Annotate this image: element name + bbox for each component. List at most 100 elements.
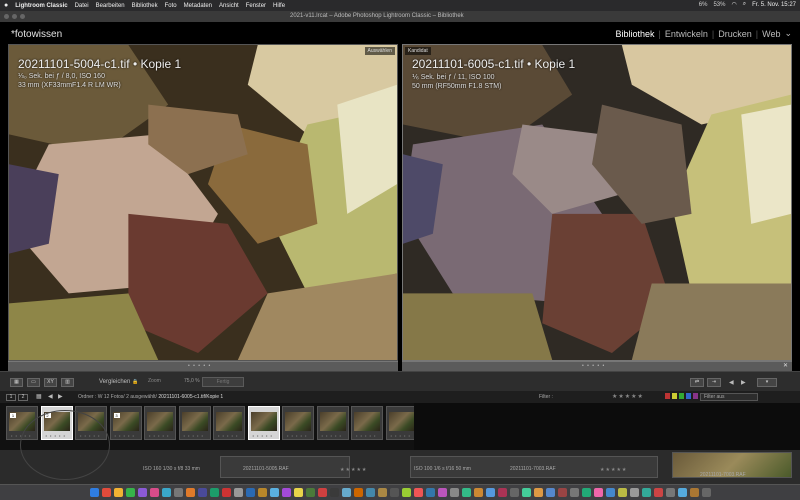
select-rating-dots[interactable]: • • • • • bbox=[188, 363, 211, 369]
menu-metadaten[interactable]: Metadaten bbox=[184, 3, 212, 9]
dock-app-icon[interactable] bbox=[545, 488, 555, 497]
dock-app-icon[interactable] bbox=[293, 488, 303, 497]
dock-app-icon[interactable] bbox=[365, 488, 375, 497]
color-filter-yellow[interactable] bbox=[672, 393, 677, 399]
menu-fenster[interactable]: Fenster bbox=[246, 3, 266, 9]
dock-app-icon[interactable] bbox=[257, 488, 267, 497]
thumbnail-rating-dots[interactable]: • • • • • bbox=[287, 433, 307, 438]
grid-icon[interactable]: ▦ bbox=[36, 393, 42, 400]
dock-app-icon[interactable] bbox=[341, 488, 351, 497]
dock-app-icon[interactable] bbox=[197, 488, 207, 497]
source-path[interactable]: Ordner : W 12 Fotos/ 2 ausgewählt/ 20211… bbox=[78, 394, 223, 400]
dock-app-icon[interactable] bbox=[401, 488, 411, 497]
dock-app-icon[interactable] bbox=[473, 488, 483, 497]
loupe-view-button[interactable]: ▭ bbox=[27, 378, 40, 387]
dock-app-icon[interactable] bbox=[221, 488, 231, 497]
previous-arrow-icon[interactable]: ◀ bbox=[729, 379, 734, 386]
filmstrip-thumbnail[interactable]: • • • • • bbox=[178, 406, 211, 440]
menu-ansicht[interactable]: Ansicht bbox=[219, 3, 239, 9]
module-menu-chevron-icon[interactable]: ⌄ bbox=[784, 28, 792, 39]
wifi-icon[interactable]: ◠ bbox=[731, 1, 736, 8]
dock-app-icon[interactable] bbox=[509, 488, 519, 497]
window-2-button[interactable]: 2 bbox=[18, 394, 28, 401]
close-window-button[interactable] bbox=[4, 14, 9, 19]
dock-app-icon[interactable] bbox=[677, 488, 687, 497]
dock-app-icon[interactable] bbox=[233, 488, 243, 497]
dock-app-icon[interactable] bbox=[437, 488, 447, 497]
thumbnail-rating-dots[interactable]: • • • • • bbox=[115, 433, 135, 438]
dock-app-icon[interactable] bbox=[209, 488, 219, 497]
minimize-window-button[interactable] bbox=[12, 14, 17, 19]
filter-preset-select[interactable]: Filter aus bbox=[700, 393, 758, 401]
dock-app-icon[interactable] bbox=[449, 488, 459, 497]
color-filter-green[interactable] bbox=[679, 393, 684, 399]
module-drucken[interactable]: Drucken bbox=[718, 29, 752, 39]
toolbar-options-button[interactable]: ▾ bbox=[757, 378, 777, 387]
zoom-window-button[interactable] bbox=[20, 14, 25, 19]
compare-view-button[interactable]: XY bbox=[44, 378, 57, 387]
compare-candidate-pane[interactable]: Kandidat 20211101-6005-c1.tif • Kopie 1 … bbox=[402, 44, 792, 361]
window-1-button[interactable]: 1 bbox=[6, 394, 16, 401]
dock-app-icon[interactable] bbox=[533, 488, 543, 497]
module-web[interactable]: Web bbox=[762, 29, 780, 39]
menu-foto[interactable]: Foto bbox=[165, 3, 177, 9]
dock-app-icon[interactable] bbox=[353, 488, 363, 497]
dock-app-icon[interactable] bbox=[641, 488, 651, 497]
dock-app-icon[interactable] bbox=[689, 488, 699, 497]
compare-select-pane[interactable]: Auswählen 20211101-5004-c1.tif • Kopie 1… bbox=[8, 44, 398, 361]
thumbnail-rating-dots[interactable]: • • • • • bbox=[218, 433, 238, 438]
filmstrip-thumbnail[interactable]: • • • • • bbox=[282, 406, 314, 440]
filmstrip-thumbnail[interactable]: • • • • • bbox=[247, 406, 280, 440]
dock-app-icon[interactable] bbox=[485, 488, 495, 497]
dock-app-icon[interactable] bbox=[497, 488, 507, 497]
battery-readout[interactable]: 53% bbox=[713, 2, 725, 8]
done-button[interactable]: Fertig bbox=[202, 377, 244, 387]
dock-app-icon[interactable] bbox=[461, 488, 471, 497]
menu-app-name[interactable]: Lightroom Classic bbox=[15, 3, 67, 9]
dock-app-icon[interactable] bbox=[389, 488, 399, 497]
dock-app-icon[interactable] bbox=[521, 488, 531, 497]
thumbnail-rating-dots[interactable]: • • • • • bbox=[184, 433, 204, 438]
dock-app-icon[interactable] bbox=[113, 488, 123, 497]
dock-app-icon[interactable] bbox=[125, 488, 135, 497]
dock-app-icon[interactable] bbox=[593, 488, 603, 497]
dock-app-icon[interactable] bbox=[413, 488, 423, 497]
dock-app-icon[interactable] bbox=[269, 488, 279, 497]
close-icon[interactable]: ✕ bbox=[783, 362, 788, 369]
filmstrip-thumbnail[interactable]: • • • • • bbox=[213, 406, 245, 440]
filmstrip-thumbnail[interactable]: • • • • • bbox=[144, 406, 176, 440]
dock-app-icon[interactable] bbox=[665, 488, 675, 497]
lock-icon[interactable]: 🔒 bbox=[132, 379, 138, 385]
dock-app-icon[interactable] bbox=[101, 488, 111, 497]
dock-app-icon[interactable] bbox=[629, 488, 639, 497]
apple-menu-icon[interactable]: ● bbox=[4, 2, 8, 9]
dock-app-icon[interactable] bbox=[425, 488, 435, 497]
dock-app-icon[interactable] bbox=[281, 488, 291, 497]
dock-app-icon[interactable] bbox=[581, 488, 591, 497]
volume-readout[interactable]: 6% bbox=[699, 2, 708, 8]
filmstrip-thumbnail[interactable]: • • • • • bbox=[351, 406, 383, 440]
color-filter-blue[interactable] bbox=[686, 393, 691, 399]
dock-app-icon[interactable] bbox=[557, 488, 567, 497]
dock-app-icon[interactable] bbox=[605, 488, 615, 497]
candidate-rating-dots[interactable]: • • • • • bbox=[582, 363, 605, 369]
back-arrow-icon[interactable]: ◀ bbox=[48, 393, 53, 400]
dock-app-icon[interactable] bbox=[617, 488, 627, 497]
thumbnail-rating-dots[interactable]: • • • • • bbox=[391, 433, 411, 438]
dock-app-icon[interactable] bbox=[137, 488, 147, 497]
color-filter-purple[interactable] bbox=[693, 393, 698, 399]
dock-app-icon[interactable] bbox=[173, 488, 183, 497]
clock[interactable]: Fr. 5. Nov. 15:27 bbox=[752, 2, 796, 8]
dock-app-icon[interactable] bbox=[653, 488, 663, 497]
module-bibliothek[interactable]: Bibliothek bbox=[616, 29, 655, 39]
dock-app-icon[interactable] bbox=[245, 488, 255, 497]
menu-datei[interactable]: Datei bbox=[75, 3, 89, 9]
dock-app-icon[interactable] bbox=[377, 488, 387, 497]
filmstrip-thumbnail[interactable]: 3 • • • • • bbox=[109, 406, 142, 440]
filter-stars[interactable]: ★★★★★ bbox=[612, 393, 644, 400]
thumbnail-rating-dots[interactable]: • • • • • bbox=[322, 433, 342, 438]
dock-app-icon[interactable] bbox=[329, 488, 339, 497]
dock-app-icon[interactable] bbox=[149, 488, 159, 497]
module-entwickeln[interactable]: Entwickeln bbox=[665, 29, 708, 39]
dock-app-icon[interactable] bbox=[305, 488, 315, 497]
